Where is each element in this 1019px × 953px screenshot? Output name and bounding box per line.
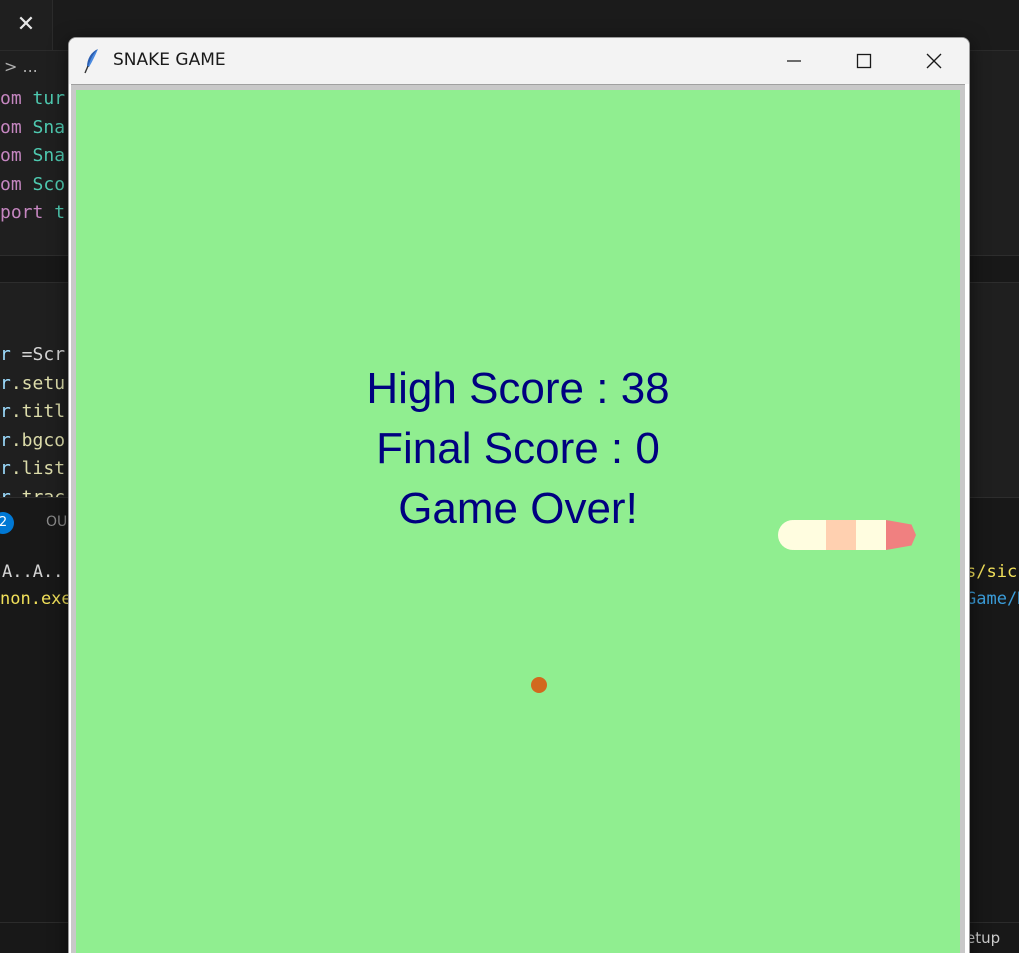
code-identifier: tur xyxy=(21,88,66,109)
snake-game-window: SNAKE GAME High Score : 38 Final Score:… xyxy=(68,37,970,953)
snake-segment xyxy=(826,520,856,550)
code-variable: r xyxy=(0,401,11,422)
code-keyword: port xyxy=(0,202,44,223)
canvas-frame: High Score : 38 Final Score : 0 Game Ove… xyxy=(71,84,965,953)
maximize-button[interactable] xyxy=(829,38,899,84)
terminal-line: non.exe xyxy=(0,589,72,609)
terminal-path-fragment: Game/N xyxy=(966,589,1019,609)
code-keyword: om xyxy=(0,116,22,138)
code-line: r.setu xyxy=(0,373,65,395)
game-canvas[interactable]: High Score : 38 Final Score : 0 Game Ove… xyxy=(76,90,960,953)
code-keyword: om xyxy=(0,145,22,166)
snake-tail xyxy=(886,520,916,550)
window-titlebar[interactable]: SNAKE GAME xyxy=(69,38,969,84)
close-icon[interactable]: ✕ xyxy=(0,0,53,50)
breadcrumb[interactable]: > ... xyxy=(4,57,38,76)
code-keyword: om xyxy=(0,173,22,195)
close-icon xyxy=(926,53,942,69)
code-member: .setu xyxy=(10,372,66,394)
code-line: om Sco xyxy=(0,174,65,196)
screen: ✕ > ... om tur om Sna om Sna om Sco port t r… xyxy=(0,0,1019,953)
snake-segment xyxy=(794,520,826,550)
terminal-line: A..A.. xyxy=(2,562,64,582)
code-line: port t xyxy=(0,202,65,224)
code-identifier: t xyxy=(43,202,66,223)
code-member: .titl xyxy=(10,401,66,422)
terminal-path-fragment: s/sic xyxy=(966,562,1018,582)
close-window-button[interactable] xyxy=(899,38,969,84)
code-variable: r xyxy=(0,372,11,394)
code-identifier: Sco xyxy=(21,173,66,195)
status-bar-item[interactable]: etup xyxy=(966,929,1000,947)
code-line: om Sna xyxy=(0,145,65,167)
code-member: .bgco xyxy=(10,429,66,451)
code-member: =Scr xyxy=(10,344,66,365)
minimize-button[interactable] xyxy=(759,38,829,84)
panel-tab-output[interactable]: OU xyxy=(46,514,67,530)
code-variable: r xyxy=(0,458,11,479)
minimize-icon xyxy=(787,60,801,62)
code-line: om Sna xyxy=(0,117,65,139)
code-line: r =Scr xyxy=(0,344,65,366)
code-line: om tur xyxy=(0,88,65,110)
code-identifier: Sna xyxy=(21,145,66,166)
code-keyword: om xyxy=(0,88,22,109)
code-member: .list xyxy=(10,458,66,479)
food xyxy=(531,677,547,693)
feather-icon xyxy=(84,49,98,74)
window-title: SNAKE GAME xyxy=(113,50,226,70)
high-score-label: High Score : 38 xyxy=(366,364,670,413)
maximize-icon xyxy=(856,53,872,69)
code-variable: r xyxy=(0,429,11,451)
final-score-label: Final Score : 0 xyxy=(376,424,660,473)
code-line: r.titl xyxy=(0,401,65,423)
code-identifier: Sna xyxy=(21,116,66,138)
code-line: r.bgco xyxy=(0,430,65,452)
code-variable: r xyxy=(0,344,11,365)
snake-segment xyxy=(856,520,886,550)
code-line: r.list xyxy=(0,458,65,480)
